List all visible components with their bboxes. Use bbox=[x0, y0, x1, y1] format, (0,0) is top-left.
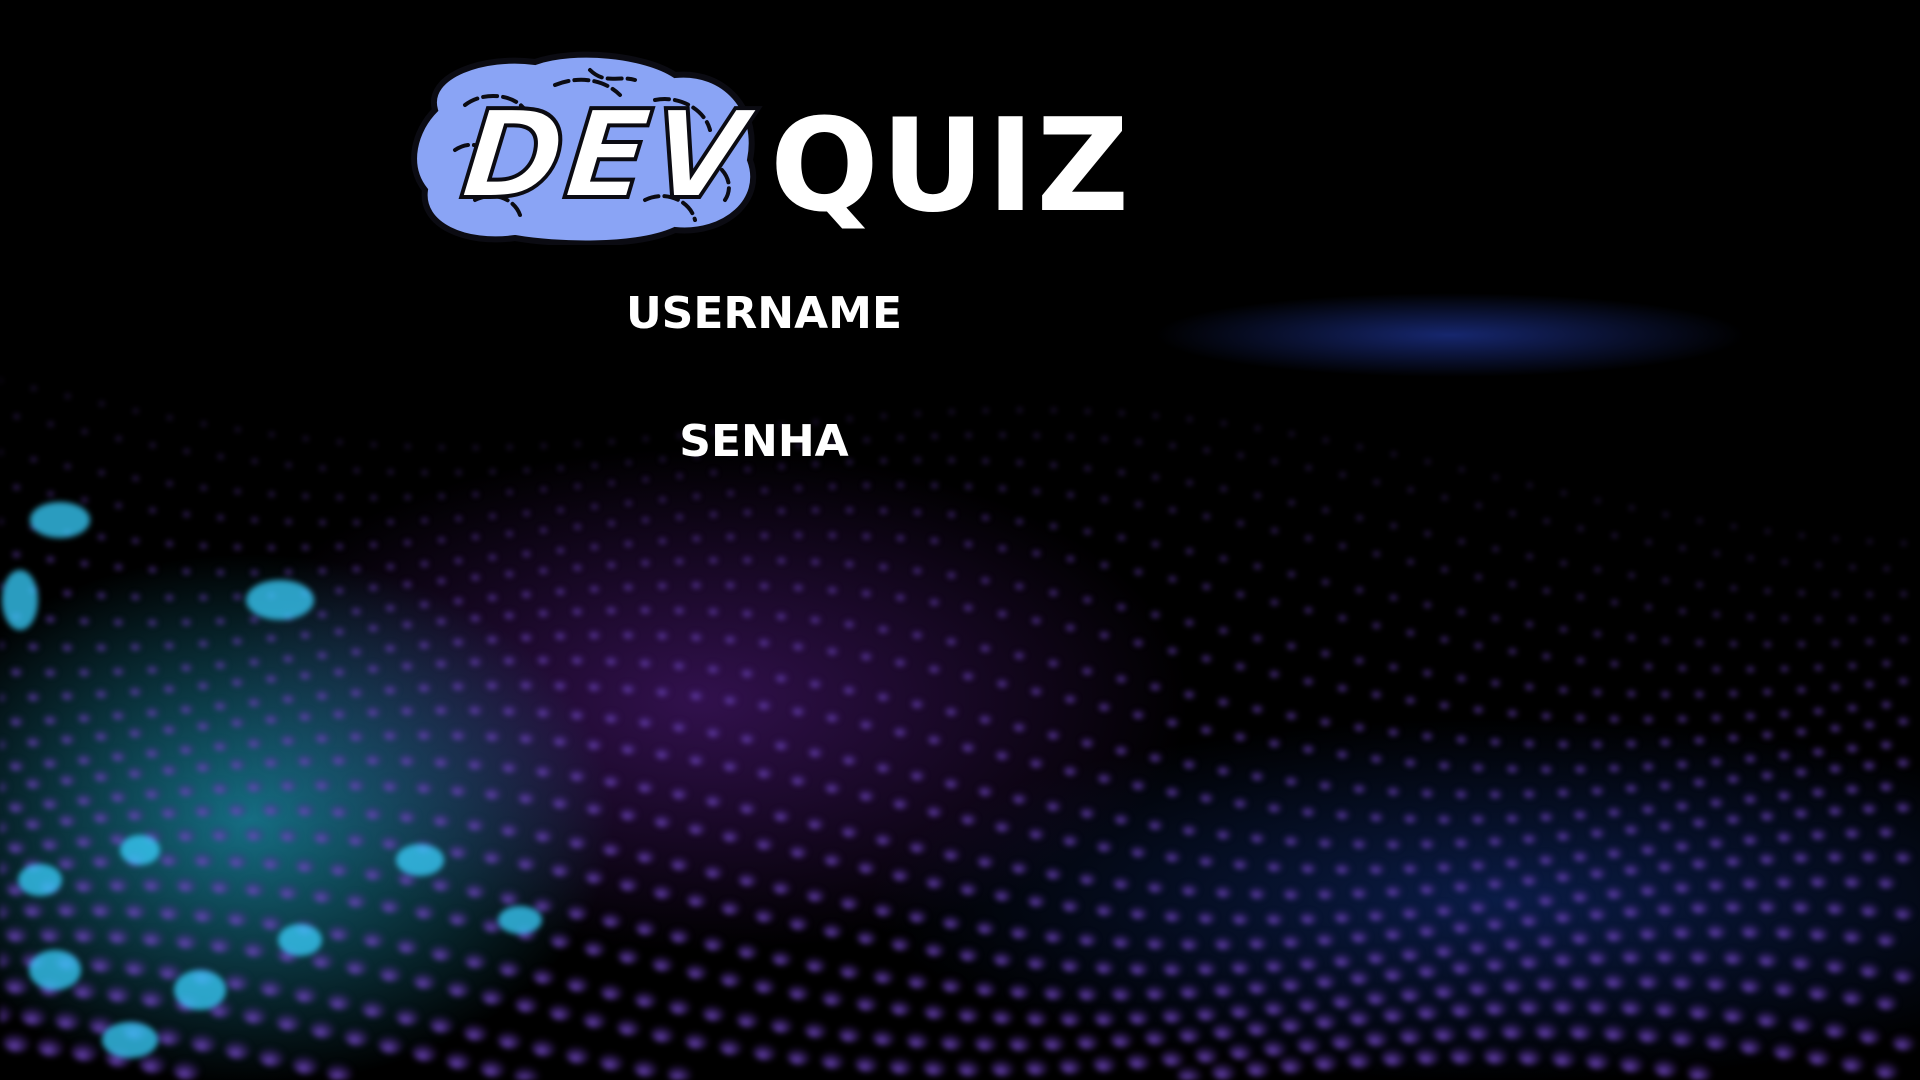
dev-quiz-logo: DEV QUIZ bbox=[405, 50, 1129, 250]
password-label: SENHA bbox=[679, 416, 849, 467]
login-screen: DEV QUIZ USERNAME SENHA bbox=[0, 0, 1920, 1080]
password-input[interactable] bbox=[564, 480, 968, 522]
logo-dev-text: DEV bbox=[454, 82, 758, 228]
logo-quiz-text: QUIZ bbox=[770, 92, 1132, 241]
username-input[interactable] bbox=[564, 352, 968, 394]
username-label: USERNAME bbox=[625, 288, 903, 339]
